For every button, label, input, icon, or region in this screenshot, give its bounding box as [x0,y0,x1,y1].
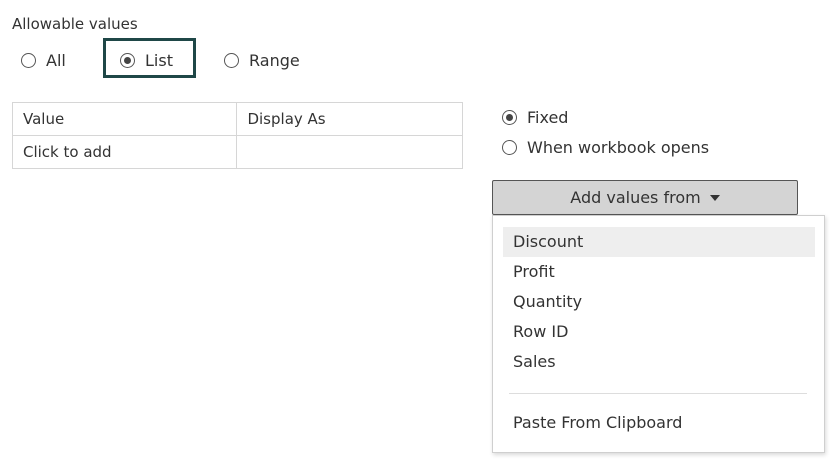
table-row[interactable]: Click to add [11,135,463,169]
list-option-highlight-box [103,38,196,78]
menu-divider [509,393,807,394]
column-header-display-as: Display As [236,102,463,136]
radio-range[interactable]: Range [224,51,300,70]
radio-when-workbook-opens[interactable]: When workbook opens [502,138,709,157]
radio-fixed-label[interactable]: Fixed [527,108,568,127]
menu-item-sales[interactable]: Sales [503,347,815,377]
radio-all-label[interactable]: All [46,51,66,70]
radio-all-circle[interactable] [21,53,36,68]
radio-when-workbook-opens-circle[interactable] [502,140,517,155]
add-values-from-label: Add values from [570,188,701,207]
menu-item-profit[interactable]: Profit [503,257,815,287]
menu-item-discount[interactable]: Discount [503,227,815,257]
add-values-from-button[interactable]: Add values from [492,180,798,215]
menu-item-row-id[interactable]: Row ID [503,317,815,347]
click-to-add-cell[interactable]: Click to add [11,135,238,169]
menu-item-quantity[interactable]: Quantity [503,287,815,317]
radio-fixed-circle[interactable] [502,110,517,125]
parameter-allowable-values-panel: Allowable values All List Range Value Di… [0,0,837,463]
allowable-values-label: Allowable values [12,15,138,33]
display-as-cell[interactable] [236,135,463,169]
column-header-value: Value [11,102,238,136]
table-header-row: Value Display As [11,102,463,136]
radio-range-label[interactable]: Range [249,51,300,70]
values-table: Value Display As Click to add [11,102,463,169]
caret-down-icon [709,194,720,201]
radio-all[interactable]: All [21,51,66,70]
radio-range-circle[interactable] [224,53,239,68]
radio-when-workbook-opens-label[interactable]: When workbook opens [527,138,709,157]
add-values-dropdown-menu: Discount Profit Quantity Row ID Sales Pa… [492,215,825,453]
menu-item-paste-from-clipboard[interactable]: Paste From Clipboard [503,408,815,438]
radio-fixed[interactable]: Fixed [502,108,568,127]
